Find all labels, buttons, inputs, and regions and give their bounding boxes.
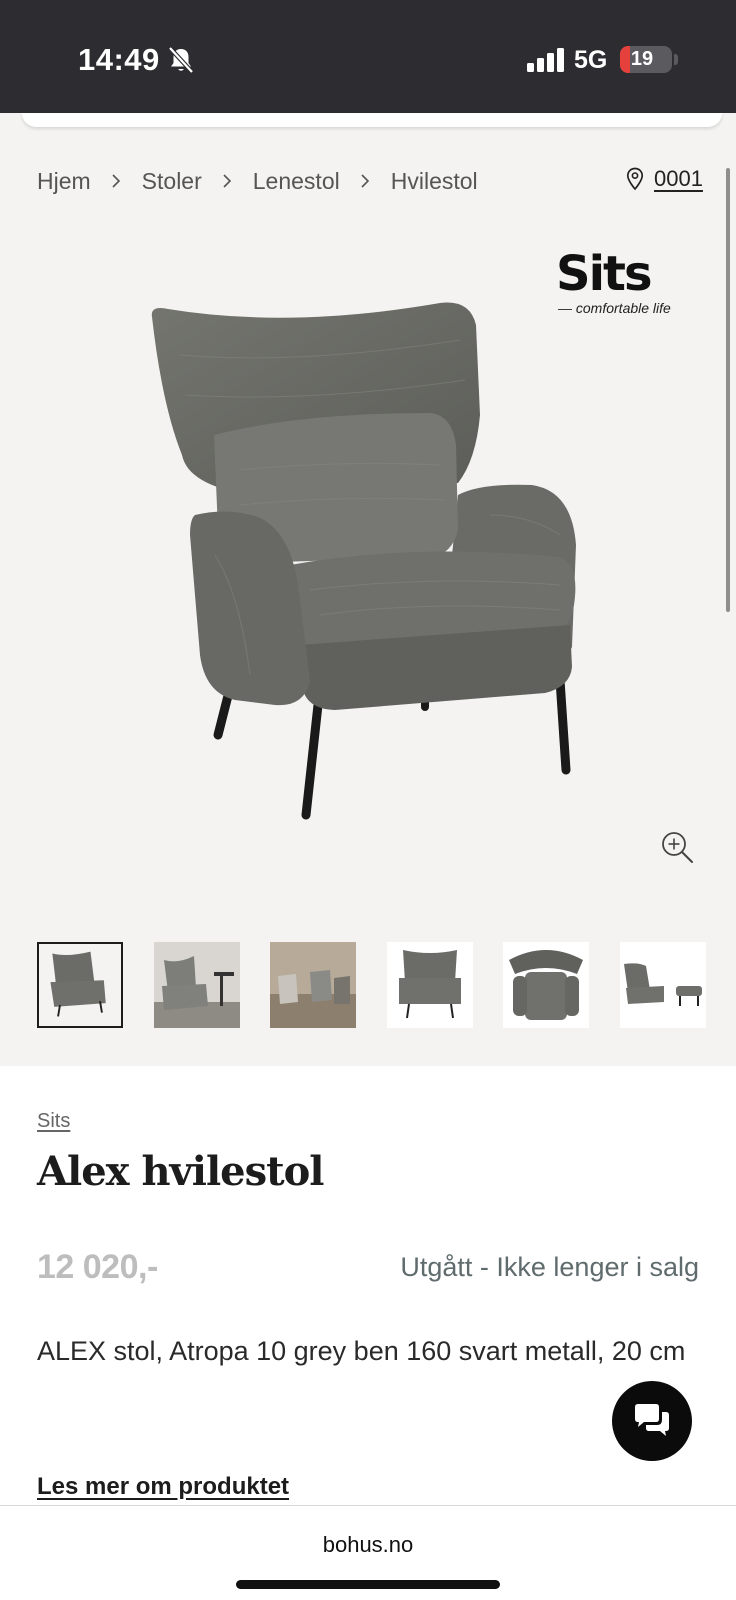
breadcrumb-stoler[interactable]: Stoler — [142, 168, 202, 195]
product-image[interactable] — [140, 295, 600, 840]
chat-button[interactable] — [612, 1381, 692, 1461]
product-description: ALEX stol, Atropa 10 grey ben 160 svart … — [37, 1336, 686, 1366]
search-bar-edge[interactable] — [22, 113, 722, 127]
read-more-link[interactable]: Les mer om produktet — [37, 1473, 289, 1501]
thumbnail-2[interactable] — [154, 942, 240, 1028]
status-bar: 14:49 5G 19 — [0, 0, 736, 113]
product-title: Alex hvilestol — [37, 1148, 324, 1195]
cellular-signal-icon — [527, 48, 564, 72]
battery-tip — [674, 54, 678, 65]
zoom-in-icon[interactable] — [660, 830, 694, 864]
breadcrumb-hvilestol[interactable]: Hvilestol — [391, 168, 478, 195]
thumbnail-strip — [37, 942, 706, 1030]
thumbnail-3[interactable] — [270, 942, 356, 1028]
chevron-right-icon — [361, 174, 369, 188]
url-text[interactable]: bohus.no — [0, 1532, 736, 1558]
thumbnail-4[interactable] — [387, 942, 473, 1028]
thumbnail-1[interactable] — [37, 942, 123, 1028]
bell-slash-icon — [168, 46, 194, 74]
breadcrumb-home[interactable]: Hjem — [37, 168, 91, 195]
battery-indicator: 19 — [620, 46, 672, 73]
location-pin-icon — [626, 167, 644, 191]
chevron-right-icon — [112, 174, 120, 188]
store-selector[interactable]: 0001 — [626, 166, 703, 192]
brand-logo-word: Sits — [556, 246, 653, 302]
page-scrollbar[interactable] — [726, 168, 730, 612]
chevron-right-icon — [223, 174, 231, 188]
thumbnail-5[interactable] — [503, 942, 589, 1028]
breadcrumb: Hjem Stoler Lenestol Hvilestol — [37, 166, 478, 196]
chat-bubbles-icon — [635, 1404, 669, 1436]
battery-percent: 19 — [630, 48, 654, 70]
network-type: 5G — [574, 46, 608, 74]
thumbnail-6[interactable] — [620, 942, 706, 1028]
store-code[interactable]: 0001 — [654, 166, 703, 192]
status-time: 14:49 — [78, 42, 160, 77]
availability-status: Utgått - Ikke lenger i salg — [400, 1252, 699, 1282]
home-indicator[interactable] — [236, 1580, 500, 1589]
breadcrumb-lenestol[interactable]: Lenestol — [253, 168, 340, 195]
brand-link[interactable]: Sits — [37, 1110, 70, 1133]
product-price: 12 020,- — [37, 1248, 158, 1286]
browser-url-bar[interactable]: bohus.no — [0, 1505, 736, 1600]
